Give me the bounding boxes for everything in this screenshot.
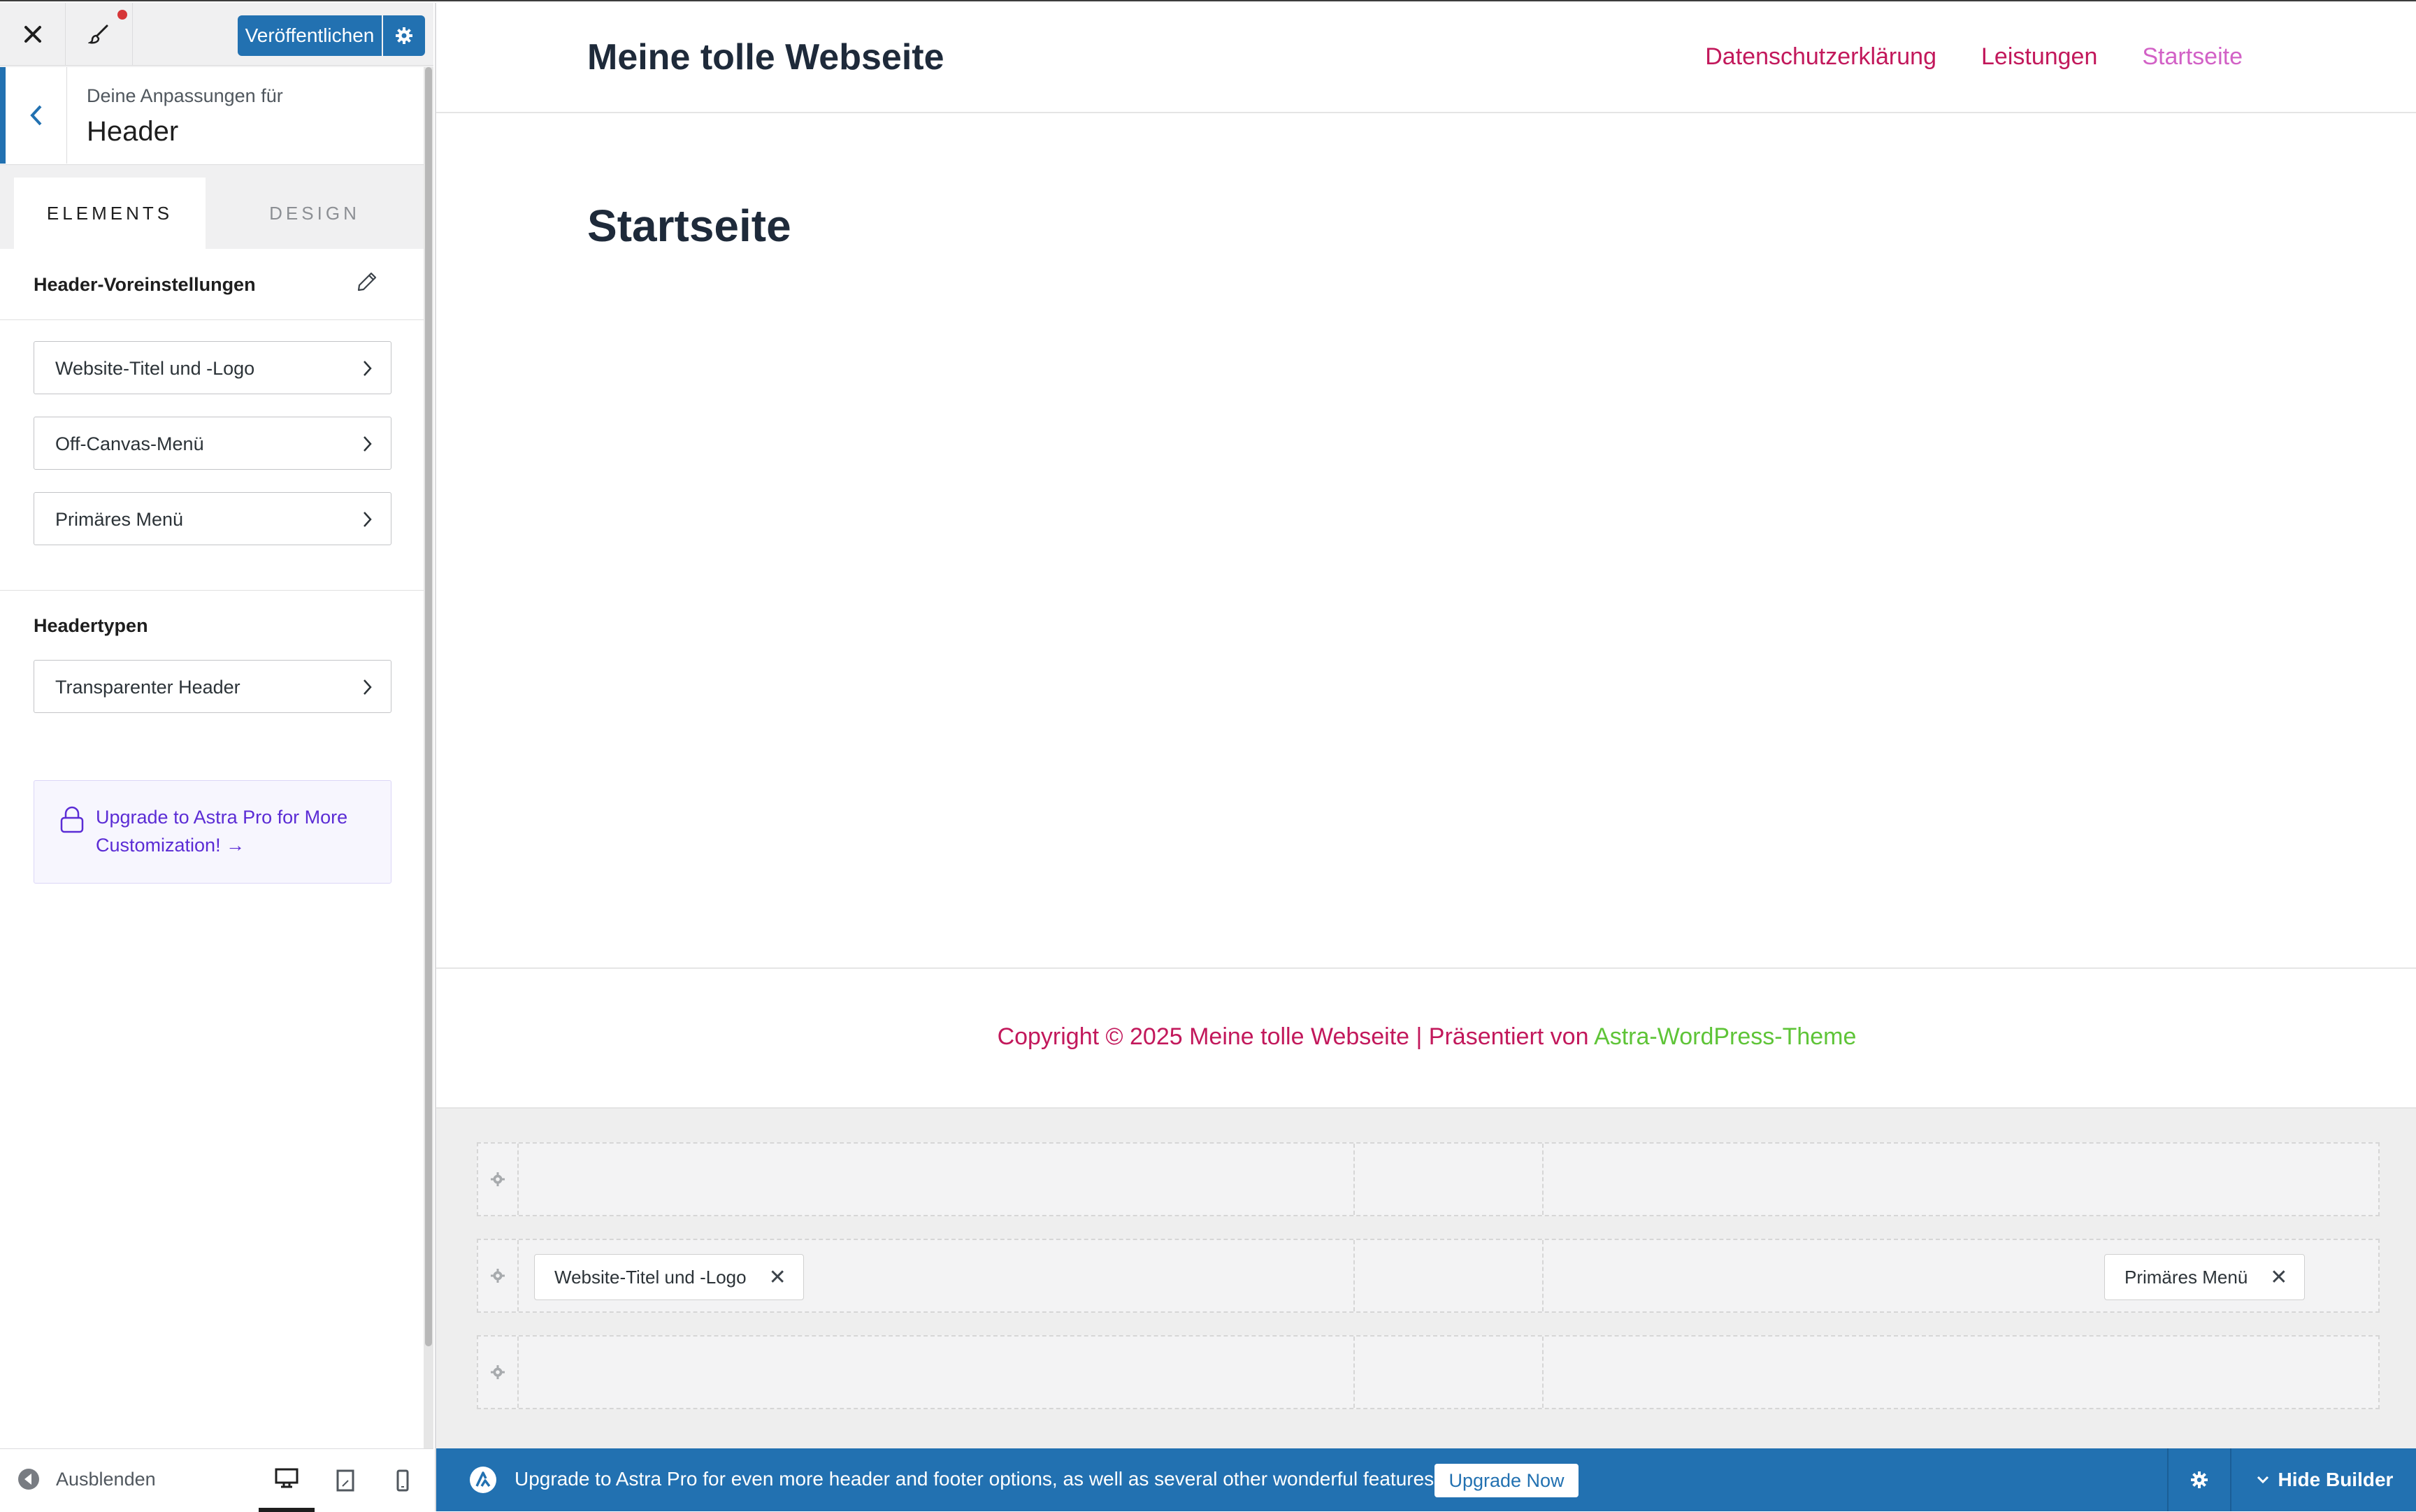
builder-row-primary-header: Website-Titel und -Logo ✕ Primäres Menü … <box>477 1239 2380 1313</box>
section-header: Deine Anpassungen für Header <box>0 67 424 165</box>
theme-link[interactable]: Astra-WordPress-Theme <box>1594 1023 1856 1050</box>
nav-link-privacy[interactable]: Datenschutzerklärung <box>1705 43 1936 71</box>
hide-controls-button[interactable]: Ausblenden <box>17 1467 156 1491</box>
device-mobile-button[interactable] <box>375 1449 431 1512</box>
elements-panel: Header-Voreinstellungen Website-Titel un… <box>0 249 424 1448</box>
header-presets-label: Header-Voreinstellungen <box>34 274 256 295</box>
publish-settings-button[interactable] <box>383 15 425 56</box>
chevron-down-icon <box>2257 1476 2268 1484</box>
nav-item-site-title-logo[interactable]: Website-Titel und -Logo <box>34 341 391 394</box>
mobile-icon <box>396 1469 409 1492</box>
astra-logo-icon <box>470 1467 496 1493</box>
remove-chip-icon[interactable]: ✕ <box>769 1265 786 1290</box>
lock-icon <box>60 806 84 833</box>
builder-row-above-header <box>477 1142 2380 1216</box>
site-title[interactable]: Meine tolle Webseite <box>587 36 944 78</box>
builder-chip-site-title-logo[interactable]: Website-Titel und -Logo ✕ <box>534 1254 804 1300</box>
copyright-label: Copyright © 2025 Meine tolle Webseite | … <box>997 1023 1595 1050</box>
gear-icon <box>491 1269 505 1283</box>
nav-item-transparent-header[interactable]: Transparenter Header <box>34 660 391 713</box>
builder-zone-left[interactable] <box>519 1144 1355 1215</box>
copyright-text: Copyright © 2025 Meine tolle Webseite | … <box>436 1023 2416 1051</box>
publish-button[interactable]: Veröffentlichen <box>238 15 382 56</box>
chevron-right-icon <box>364 679 372 695</box>
chevron-left-icon <box>29 105 41 126</box>
upgrade-now-button[interactable]: Upgrade Now <box>1434 1464 1579 1497</box>
customizer-footer: Ausblenden <box>0 1448 433 1512</box>
builder-zone-center[interactable] <box>1355 1337 1544 1408</box>
panel-tabs: ELEMENTS DESIGN <box>0 165 424 249</box>
nav-item-label: Primäres Menü <box>55 509 184 530</box>
remove-chip-icon[interactable]: ✕ <box>2270 1265 2287 1290</box>
gear-icon <box>491 1365 505 1379</box>
page-title: Startseite <box>587 201 791 251</box>
header-builder: Website-Titel und -Logo ✕ Primäres Menü … <box>436 1107 2416 1448</box>
builder-row-below-header <box>477 1335 2380 1409</box>
customizer-sidebar: Veröffentlichen Deine Anpassungen für He… <box>0 3 433 1512</box>
customizer-topbar: Veröffentlichen <box>0 3 433 66</box>
back-button[interactable] <box>0 67 67 164</box>
chevron-right-icon <box>364 512 372 527</box>
close-customizer-button[interactable] <box>0 3 66 66</box>
edit-presets-button[interactable] <box>355 270 379 294</box>
collapse-icon <box>18 1469 39 1490</box>
chip-label: Primäres Menü <box>2124 1266 2248 1288</box>
hide-builder-label: Hide Builder <box>2278 1469 2394 1490</box>
nav-link-services[interactable]: Leistungen <box>1981 43 2097 71</box>
tab-design[interactable]: DESIGN <box>206 178 424 249</box>
header-types-label: Headertypen <box>34 615 148 636</box>
gear-icon <box>396 27 412 44</box>
device-desktop-button[interactable] <box>259 1449 315 1512</box>
tablet-icon <box>336 1469 354 1492</box>
astra-promo-bar: Upgrade to Astra Pro for even more heade… <box>436 1448 2416 1511</box>
row-settings-button[interactable] <box>478 1337 519 1408</box>
tab-elements[interactable]: ELEMENTS <box>14 178 206 249</box>
nav-item-label: Website-Titel und -Logo <box>55 358 255 379</box>
builder-zone-left[interactable] <box>519 1337 1355 1408</box>
chevron-right-icon <box>364 361 372 376</box>
row-settings-button[interactable] <box>478 1240 519 1311</box>
builder-settings-button[interactable] <box>2167 1448 2230 1511</box>
promo-message: Upgrade to Astra Pro for even more heade… <box>515 1468 1439 1490</box>
builder-chip-primary-menu[interactable]: Primäres Menü ✕ <box>2104 1254 2306 1300</box>
sidebar-scrollbar[interactable] <box>424 67 433 1448</box>
nav-link-home[interactable]: Startseite <box>2142 43 2243 71</box>
pencil-icon <box>357 272 377 291</box>
builder-zone-center[interactable] <box>1355 1144 1544 1215</box>
scrollbar-thumb[interactable] <box>425 67 432 1346</box>
site-footer: Copyright © 2025 Meine tolle Webseite | … <box>436 967 2416 1107</box>
hide-builder-button[interactable]: Hide Builder <box>2230 1448 2416 1511</box>
builder-zone-center[interactable] <box>1355 1240 1544 1311</box>
section-subtitle: Deine Anpassungen für <box>87 85 283 106</box>
nav-item-label: Off-Canvas-Menü <box>55 433 204 454</box>
notification-dot <box>117 10 127 20</box>
site-header: Meine tolle Webseite Datenschutzerklärun… <box>436 3 2416 113</box>
close-icon <box>24 26 41 43</box>
upgrade-pro-box[interactable]: Upgrade to Astra Pro for More Customizat… <box>34 780 391 884</box>
nav-item-label: Transparenter Header <box>55 677 240 698</box>
device-tablet-button[interactable] <box>317 1449 373 1512</box>
primary-nav: Datenschutzerklärung Leistungen Startsei… <box>1660 43 2243 71</box>
site-preview: Meine tolle Webseite Datenschutzerklärun… <box>435 3 2416 1511</box>
nav-item-primary-menu[interactable]: Primäres Menü <box>34 492 391 545</box>
row-settings-button[interactable] <box>478 1144 519 1215</box>
nav-item-off-canvas-menu[interactable]: Off-Canvas-Menü <box>34 417 391 470</box>
header-presets-row: Header-Voreinstellungen <box>0 249 424 320</box>
section-title: Header <box>87 116 179 147</box>
chip-label: Website-Titel und -Logo <box>554 1266 747 1288</box>
brush-icon <box>87 24 108 44</box>
hide-controls-label: Ausblenden <box>56 1468 156 1490</box>
chevron-right-icon <box>364 436 372 452</box>
gear-icon <box>491 1172 505 1186</box>
divider <box>0 590 424 591</box>
upgrade-pro-link[interactable]: Upgrade to Astra Pro for More Customizat… <box>96 803 375 859</box>
desktop-icon <box>275 1468 299 1488</box>
gear-icon <box>2191 1471 2208 1488</box>
